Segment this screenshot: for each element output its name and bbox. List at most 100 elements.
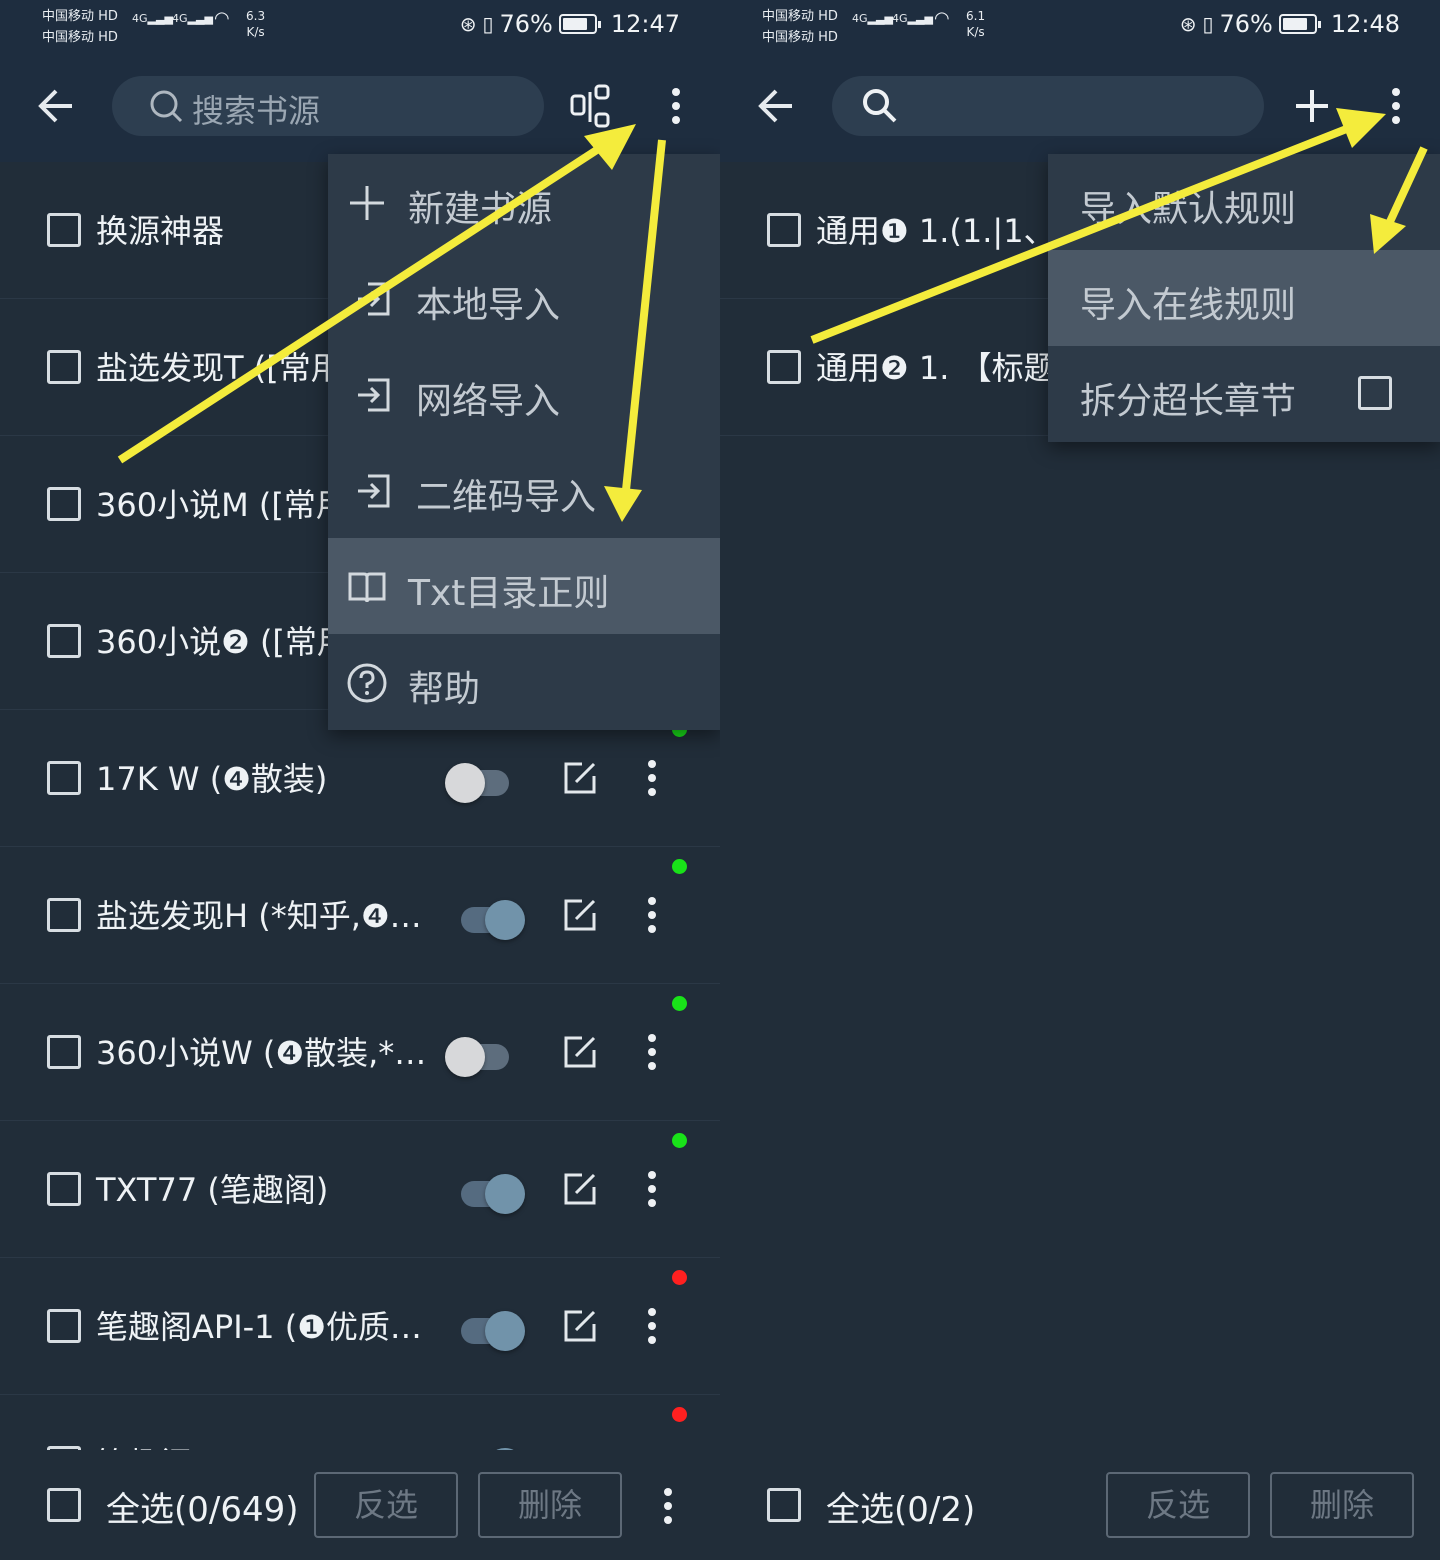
- row-checkbox[interactable]: [47, 487, 81, 521]
- select-all-checkbox[interactable]: [767, 1488, 801, 1522]
- menu-item-local-import[interactable]: 本地导入: [328, 250, 720, 346]
- hd-badge: HD: [818, 30, 838, 45]
- source-name: 360小说❷ ([常用: [96, 623, 349, 661]
- enable-toggle[interactable]: [445, 762, 525, 803]
- network-type: 4G: [172, 12, 188, 25]
- menu-item-label: 新建书源: [408, 189, 553, 230]
- menu-item-new-source[interactable]: 新建书源: [328, 154, 720, 250]
- more-vert-icon[interactable]: [636, 895, 668, 935]
- menu-item-label: 拆分超长章节: [1080, 381, 1297, 422]
- more-vert-icon[interactable]: [1372, 80, 1420, 132]
- delete-button[interactable]: 删除: [478, 1472, 622, 1538]
- list-item[interactable]: 盐选发现H (*知乎,❹…: [0, 847, 720, 984]
- row-checkbox[interactable]: [47, 1172, 81, 1206]
- source-name: TXT77 (笔趣阁): [96, 1171, 329, 1209]
- menu-item-label: 导入默认规则: [1080, 189, 1297, 230]
- enable-toggle[interactable]: [445, 1173, 525, 1214]
- vibrate-icon: ▯: [482, 12, 494, 36]
- edit-icon[interactable]: [560, 1169, 600, 1209]
- row-checkbox[interactable]: [47, 1035, 81, 1069]
- import-icon: [358, 378, 390, 412]
- row-checkbox[interactable]: [47, 761, 81, 795]
- more-vert-icon[interactable]: [636, 758, 668, 798]
- more-vert-icon[interactable]: [652, 1486, 684, 1526]
- enable-toggle[interactable]: [445, 1036, 525, 1077]
- toolbar: [720, 54, 1440, 162]
- back-arrow-icon[interactable]: [756, 84, 796, 128]
- hd-badge: HD: [818, 9, 838, 24]
- list-item[interactable]: 笔趣阁API-1 (❶优质…: [0, 1258, 720, 1395]
- menu-item-help[interactable]: 帮助: [328, 634, 720, 730]
- edit-icon[interactable]: [560, 1032, 600, 1072]
- menu-item-txt-toc-rule[interactable]: Txt目录正则: [328, 538, 720, 634]
- status-dot: [672, 1133, 687, 1148]
- row-checkbox[interactable]: [767, 213, 801, 247]
- invert-selection-button[interactable]: 反选: [1106, 1472, 1250, 1538]
- clock: 12:47: [610, 10, 680, 38]
- net-speed: 6.3 K/s: [246, 8, 265, 40]
- rule-name: 通用❷ 1. 【标题: [816, 349, 1056, 387]
- search-input[interactable]: [832, 76, 1264, 136]
- menu-item-label: 导入在线规则: [1080, 285, 1297, 326]
- qr-scan-icon[interactable]: [568, 80, 616, 132]
- menu-item-import-online-rules[interactable]: 导入在线规则: [1048, 250, 1440, 346]
- book-icon: [348, 572, 386, 603]
- import-icon: [358, 474, 390, 508]
- status-bar: 中国移动 HD 中国移动 HD 4G▂▃▅ 4G▂▃▅ ◠ 6.3 K/s ⊛ …: [0, 0, 720, 54]
- help-icon: [347, 663, 387, 703]
- more-vert-icon[interactable]: [636, 1169, 668, 1209]
- edit-icon[interactable]: [560, 758, 600, 798]
- carrier-info: 中国移动 HD 中国移动 HD: [42, 6, 118, 48]
- menu-item-split-long-chapters[interactable]: 拆分超长章节: [1048, 346, 1440, 442]
- row-checkbox[interactable]: [767, 350, 801, 384]
- source-name: 换源神器: [96, 212, 225, 250]
- select-all-checkbox[interactable]: [47, 1488, 81, 1522]
- net-speed: 6.1 K/s: [966, 8, 985, 40]
- net-speed-unit: K/s: [966, 25, 985, 39]
- enable-toggle[interactable]: [445, 1310, 525, 1351]
- menu-item-label: 网络导入: [416, 381, 561, 422]
- menu-item-network-import[interactable]: 网络导入: [328, 346, 720, 442]
- list-item[interactable]: 17K W (❹散装): [0, 710, 720, 847]
- more-vert-icon[interactable]: [636, 1032, 668, 1072]
- edit-icon[interactable]: [560, 1306, 600, 1346]
- rule-name: 通用❶ 1.(1.|1、: [816, 212, 1056, 250]
- signal-icon: 4G▂▃▅: [132, 12, 173, 25]
- list-item[interactable]: TXT77 (笔趣阁): [0, 1121, 720, 1258]
- row-checkbox[interactable]: [47, 898, 81, 932]
- edit-icon[interactable]: [560, 895, 600, 935]
- enable-toggle[interactable]: [445, 899, 525, 940]
- source-name: 笔趣阁API-1 (❶优质…: [96, 1308, 422, 1346]
- search-input[interactable]: 搜索书源: [112, 76, 544, 136]
- row-checkbox[interactable]: [47, 1309, 81, 1343]
- more-vert-icon[interactable]: [636, 1306, 668, 1346]
- source-name: 盐选发现H (*知乎,❹…: [96, 897, 422, 935]
- net-speed-value: 6.1: [966, 9, 986, 23]
- plus-icon: [350, 186, 384, 220]
- row-checkbox[interactable]: [47, 213, 81, 247]
- back-arrow-icon[interactable]: [36, 84, 76, 128]
- row-checkbox[interactable]: [47, 624, 81, 658]
- carrier-name: 中国移动: [42, 9, 95, 24]
- signal-icon: 4G▂▃▅: [172, 12, 213, 25]
- overflow-menu: 导入默认规则 导入在线规则 拆分超长章节: [1048, 154, 1440, 442]
- source-name: 360小说W (❹散装,*…: [96, 1034, 427, 1072]
- vibrate-icon: ▯: [1202, 12, 1214, 36]
- select-all-label[interactable]: 全选(0/649): [106, 1482, 299, 1531]
- battery-icon: [558, 14, 601, 34]
- carrier-name: 中国移动: [42, 30, 95, 45]
- more-vert-icon[interactable]: [652, 80, 700, 132]
- add-icon[interactable]: [1288, 80, 1336, 132]
- delete-button[interactable]: 删除: [1270, 1472, 1414, 1538]
- split-chapters-checkbox[interactable]: [1358, 376, 1392, 410]
- status-right: ⊛ ▯ 76% 12:48: [1180, 10, 1400, 38]
- bottom-bar: 全选(0/2) 反选 删除: [720, 1450, 1440, 1560]
- row-checkbox[interactable]: [47, 350, 81, 384]
- select-all-label[interactable]: 全选(0/2): [826, 1482, 975, 1531]
- invert-selection-button[interactable]: 反选: [314, 1472, 458, 1538]
- status-dot: [672, 1407, 687, 1422]
- list-item[interactable]: 360小说W (❹散装,*…: [0, 984, 720, 1121]
- menu-item-import-default-rules[interactable]: 导入默认规则: [1048, 154, 1440, 250]
- menu-item-label: 帮助: [408, 669, 481, 710]
- menu-item-qrcode-import[interactable]: 二维码导入: [328, 442, 720, 538]
